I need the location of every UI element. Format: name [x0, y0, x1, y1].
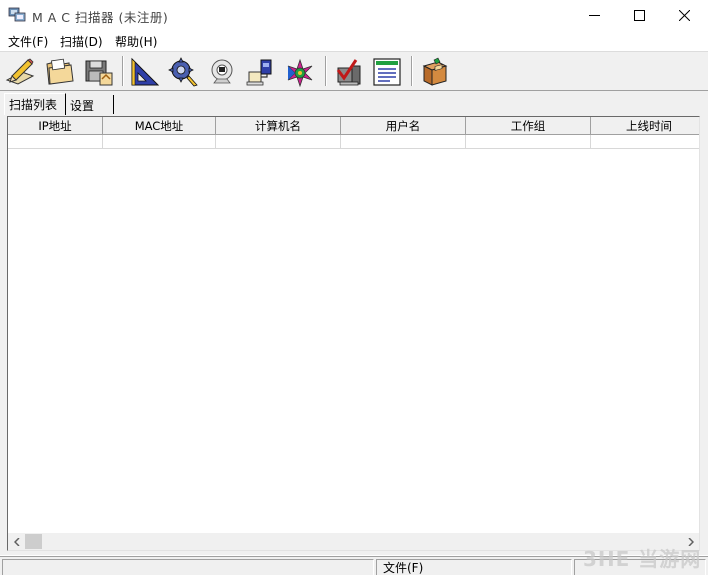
scan-results-list[interactable]: IP地址 MAC地址 计算机名 用户名 工作组 上线时间: [7, 116, 700, 551]
minimize-icon: [588, 15, 600, 16]
save-disk-icon: [85, 60, 113, 85]
table-cell: [341, 135, 466, 149]
column-header-computer-name[interactable]: 计算机名: [216, 117, 341, 135]
toolbar-button-cabinet[interactable]: [417, 55, 451, 88]
table-cell: [8, 135, 103, 149]
window-title: M A C 扫描器 (未注册): [32, 10, 169, 25]
table-row[interactable]: [8, 135, 699, 149]
webcam-icon: [211, 59, 233, 83]
toolbar-button-settings[interactable]: [166, 55, 200, 88]
report-list-icon: [373, 57, 401, 86]
status-pane-message: [2, 559, 374, 575]
column-header-online-time[interactable]: 上线时间: [591, 117, 699, 135]
toolbar-button-color[interactable]: [283, 55, 317, 88]
cabinet-icon: [422, 57, 448, 86]
maximize-button[interactable]: [616, 0, 662, 31]
menu-help[interactable]: 帮助(H): [113, 33, 159, 50]
status-pane-file: 文件(F): [376, 559, 572, 575]
toolbar-button-webcam[interactable]: [205, 55, 239, 88]
toolbar-button-edit[interactable]: [3, 55, 37, 88]
column-header-username[interactable]: 用户名: [341, 117, 466, 135]
menu-file[interactable]: 文件(F): [6, 33, 50, 50]
tab-settings[interactable]: 设置: [66, 95, 114, 114]
tab-strip: 扫描列表 设置: [0, 91, 708, 115]
menu-bar: 文件(F) 扫描(D) 帮助(H): [0, 31, 708, 51]
toolbar-button-save[interactable]: [81, 55, 115, 88]
scrollbar-thumb[interactable]: [25, 534, 42, 549]
check-computer-icon: [336, 58, 361, 85]
ruler-triangle-icon: [131, 57, 160, 85]
column-header-ip[interactable]: IP地址: [8, 117, 103, 135]
column-header-mac[interactable]: MAC地址: [103, 117, 216, 135]
close-button[interactable]: [661, 0, 707, 31]
toolbar-button-report[interactable]: [370, 55, 404, 88]
app-icon: [8, 7, 26, 23]
list-header: IP地址 MAC地址 计算机名 用户名 工作组 上线时间: [8, 117, 699, 135]
toolbar-button-open[interactable]: [42, 55, 76, 88]
menu-scan[interactable]: 扫描(D): [58, 33, 105, 50]
close-icon: [678, 10, 690, 21]
color-wheel-icon: [287, 58, 313, 87]
watermark-logo: 3HE 当游网: [583, 547, 702, 571]
table-cell: [103, 135, 216, 149]
table-cell: [216, 135, 341, 149]
toolbar: [0, 51, 708, 91]
network-computer-icon: [246, 59, 272, 85]
edit-pencil-icon: [5, 58, 35, 85]
tab-scan-list[interactable]: 扫描列表: [4, 93, 66, 115]
toolbar-button-check[interactable]: [331, 55, 365, 88]
table-cell: [591, 135, 699, 149]
open-folder-icon: [46, 58, 74, 85]
chevron-left-icon: [13, 537, 20, 546]
toolbar-button-ruler[interactable]: [127, 55, 161, 88]
minimize-button[interactable]: [571, 0, 617, 31]
title-bar: M A C 扫描器 (未注册): [0, 0, 708, 31]
scroll-left-button[interactable]: [8, 533, 25, 550]
maximize-icon: [633, 10, 645, 21]
column-header-workgroup[interactable]: 工作组: [466, 117, 591, 135]
table-cell: [466, 135, 591, 149]
settings-gear-icon: [168, 56, 198, 86]
toolbar-button-network[interactable]: [244, 55, 278, 88]
